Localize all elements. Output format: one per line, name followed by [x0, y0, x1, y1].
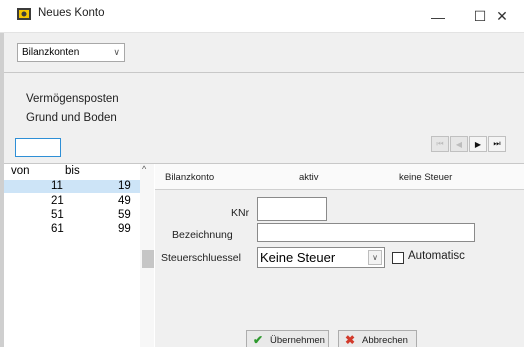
minimize-button[interactable]: —	[416, 0, 460, 33]
detail-header: Bilanzkonto aktiv keine Steuer	[155, 164, 524, 190]
list-scrollbar[interactable]: ^	[140, 164, 154, 347]
knr-label: KNr	[231, 207, 250, 219]
scroll-thumb[interactable]	[142, 250, 154, 268]
account-type-select[interactable]: Bilanzkonten ∨	[17, 43, 125, 62]
record-navigation: ⏮ ◀ ▶ ⏭	[430, 136, 506, 152]
next-record-button[interactable]: ▶	[469, 136, 487, 152]
list-item[interactable]: 61 99	[4, 223, 140, 236]
range-von: 11	[51, 180, 63, 192]
automatic-checkbox[interactable]	[392, 252, 404, 264]
tax-key-value: Keine Steuer	[260, 250, 336, 265]
automatic-label: Automatisc	[408, 250, 465, 262]
list-item[interactable]: 51 59	[4, 209, 140, 222]
info-panel: Vermögensposten Grund und Boden ⏮ ◀ ▶ ⏭	[4, 73, 524, 164]
bezeichnung-field[interactable]	[257, 223, 475, 242]
account-type-text: Bilanzkonto	[165, 172, 215, 183]
toolbar: Bilanzkonten ∨	[4, 33, 524, 73]
cancel-button-label: Abbrechen	[362, 334, 408, 346]
range-bis: 19	[118, 180, 131, 192]
range-bis: 59	[118, 209, 131, 221]
scroll-up-icon[interactable]: ^	[142, 164, 146, 174]
tax-text: keine Steuer	[399, 172, 453, 183]
tax-key-select[interactable]: Keine Steuer ∨	[257, 247, 385, 268]
range-bis: 99	[118, 223, 131, 235]
last-record-button[interactable]: ⏭	[488, 136, 506, 152]
close-button[interactable]: ✕	[480, 0, 524, 33]
account-type-value: Bilanzkonten	[22, 47, 80, 58]
prev-record-button[interactable]: ◀	[450, 136, 468, 152]
apply-button-label: Übernehmen	[270, 334, 325, 346]
apply-button[interactable]: ✔ Übernehmen	[246, 330, 329, 347]
search-input[interactable]	[15, 138, 61, 157]
column-header-von: von	[11, 165, 30, 177]
list-header: von bis	[4, 164, 140, 180]
range-list: von bis 11 19 21 49 51 59 61 99 ^	[4, 164, 154, 347]
detail-pane: Bilanzkonto aktiv keine Steuer KNr Bezei…	[155, 164, 524, 347]
range-von: 51	[51, 209, 64, 221]
range-bis: 49	[118, 195, 131, 207]
knr-field[interactable]	[257, 197, 327, 221]
cancel-button[interactable]: ✖ Abbrechen	[338, 330, 417, 347]
window-title: Neues Konto	[38, 7, 105, 19]
bezeichnung-label: Bezeichnung	[172, 229, 233, 241]
app-icon	[17, 8, 31, 20]
title-bar: Neues Konto — ☐ ✕	[0, 0, 524, 33]
range-von: 61	[51, 223, 64, 235]
column-header-bis: bis	[65, 165, 80, 177]
first-record-button[interactable]: ⏮	[431, 136, 449, 152]
chevron-down-icon: ∨	[113, 47, 120, 57]
list-item[interactable]: 21 49	[4, 195, 140, 208]
checkmark-icon: ✔	[253, 333, 264, 347]
category-label: Vermögensposten	[26, 93, 119, 105]
chevron-down-icon[interactable]: ∨	[368, 250, 382, 265]
status-text: aktiv	[299, 172, 319, 183]
cancel-x-icon: ✖	[345, 333, 356, 347]
range-von: 21	[51, 195, 64, 207]
list-item[interactable]: 11 19	[4, 180, 140, 193]
subcategory-label: Grund und Boden	[26, 112, 117, 124]
steuerschluessel-label: Steuerschluessel	[161, 252, 241, 264]
